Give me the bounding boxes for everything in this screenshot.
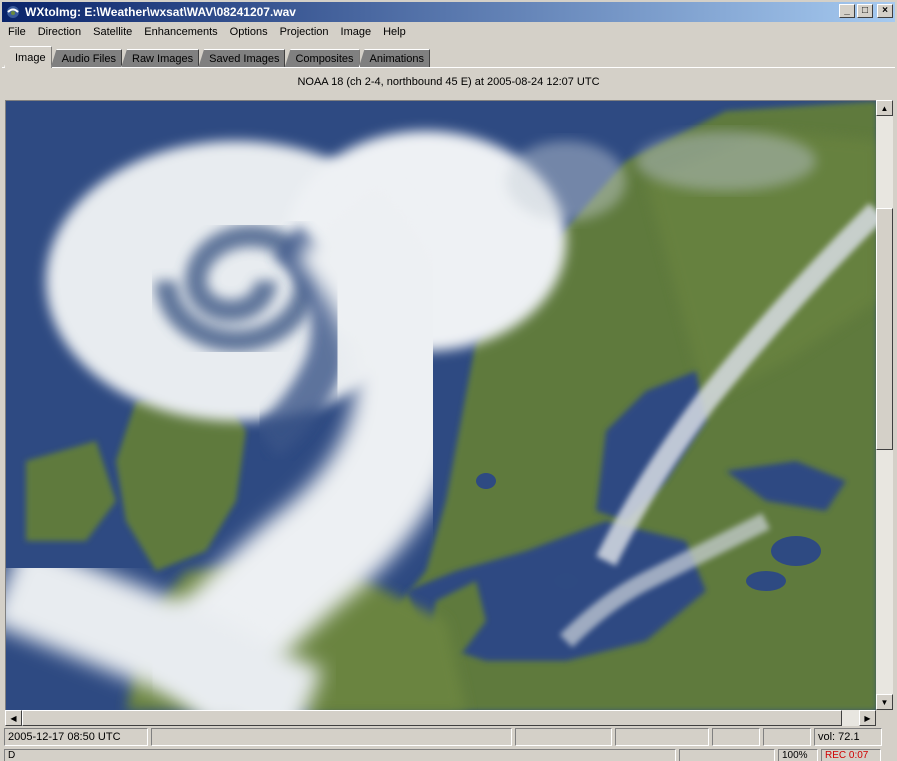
scroll-up-button[interactable]: ▲ — [876, 100, 893, 116]
status-panel-1 — [151, 728, 512, 746]
tab-audio-files[interactable]: Audio Files — [50, 49, 122, 68]
menu-image[interactable]: Image — [335, 26, 378, 38]
menu-direction[interactable]: Direction — [32, 26, 87, 38]
arrow-up-icon: ▲ — [880, 103, 889, 113]
minimize-icon: _ — [844, 5, 850, 16]
status-volume: vol: 72.1 — [814, 728, 882, 746]
tab-composites[interactable]: Composites — [284, 49, 360, 68]
menu-enhancements[interactable]: Enhancements — [138, 26, 223, 38]
arrow-down-icon: ▼ — [880, 697, 889, 707]
menu-file[interactable]: File — [2, 26, 32, 38]
vertical-scrollbar[interactable]: ▲ ▼ — [876, 100, 893, 710]
menu-projection[interactable]: Projection — [274, 26, 335, 38]
menu-help[interactable]: Help — [377, 26, 412, 38]
scroll-left-button[interactable]: ◀ — [5, 710, 22, 726]
status-bar-secondary: D 100% REC 0:07 — [4, 749, 893, 761]
minimize-button[interactable]: _ — [839, 4, 855, 18]
status2-zoom: 100% — [778, 749, 818, 761]
tab-animations[interactable]: Animations — [358, 49, 430, 68]
app-icon[interactable] — [5, 4, 21, 20]
horizontal-scrollbar[interactable]: ◀ ▶ — [5, 710, 876, 726]
status2-blank — [679, 749, 775, 761]
close-button[interactable]: × — [877, 4, 893, 18]
vertical-scroll-thumb[interactable] — [876, 208, 893, 450]
tab-raw-images[interactable]: Raw Images — [121, 49, 200, 68]
maximize-button[interactable]: □ — [857, 4, 873, 18]
tab-saved-images[interactable]: Saved Images — [198, 49, 286, 68]
status2-rec: REC 0:07 — [821, 749, 881, 761]
arrow-right-icon: ▶ — [864, 713, 871, 723]
status-datetime: 2005-12-17 08:50 UTC — [4, 728, 148, 746]
tab-bar: Image Audio Files Raw Images Saved Image… — [4, 46, 430, 68]
status-bar: 2005-12-17 08:50 UTC vol: 72.1 — [4, 728, 893, 746]
menu-options[interactable]: Options — [224, 26, 274, 38]
status-panel-2 — [515, 728, 612, 746]
menu-bar: File Direction Satellite Enhancements Op… — [2, 23, 412, 41]
horizontal-scroll-thumb[interactable] — [22, 710, 842, 726]
scroll-right-button[interactable]: ▶ — [859, 710, 876, 726]
arrow-left-icon: ◀ — [10, 713, 17, 723]
menu-satellite[interactable]: Satellite — [87, 26, 138, 38]
status2-left: D — [4, 749, 676, 761]
tab-divider — [2, 67, 895, 68]
scroll-corner — [876, 710, 893, 726]
window-title: WXtoImg: E:\Weather\wxsat\WAV\08241207.w… — [25, 5, 296, 19]
scroll-down-button[interactable]: ▼ — [876, 694, 893, 710]
image-caption: NOAA 18 (ch 2-4, northbound 45 E) at 200… — [297, 76, 600, 88]
app-window: WXtoImg: E:\Weather\wxsat\WAV\08241207.w… — [0, 0, 897, 761]
satellite-image-graphic — [6, 101, 876, 710]
status-panel-3 — [615, 728, 709, 746]
maximize-icon: □ — [861, 5, 869, 16]
satellite-image[interactable] — [5, 100, 876, 710]
tab-image[interactable]: Image — [4, 46, 52, 68]
status-panel-5 — [763, 728, 811, 746]
title-bar[interactable]: WXtoImg: E:\Weather\wxsat\WAV\08241207.w… — [2, 2, 895, 22]
close-icon: × — [882, 5, 888, 16]
status-panel-4 — [712, 728, 760, 746]
